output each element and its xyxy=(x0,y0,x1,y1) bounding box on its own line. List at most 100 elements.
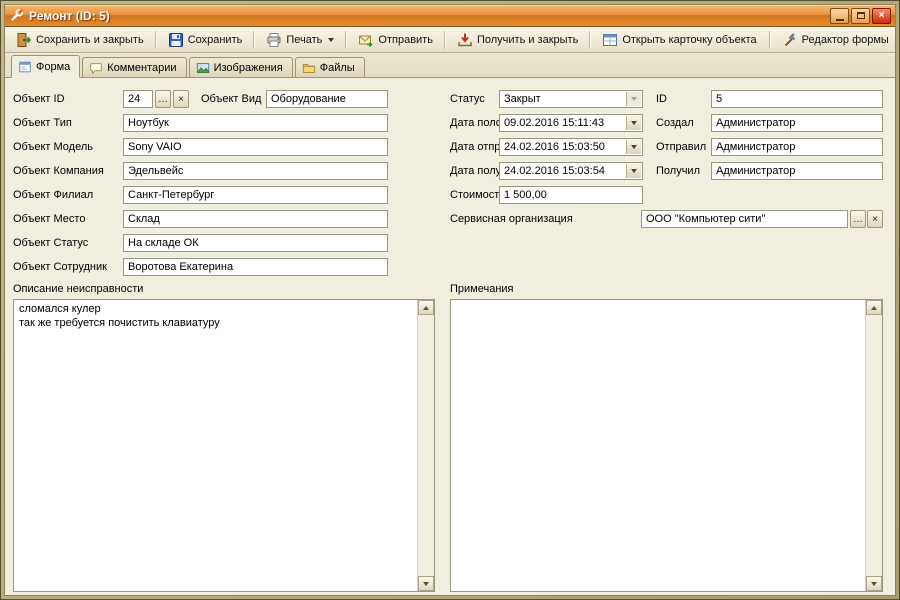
object-model-field[interactable]: Sony VAIO xyxy=(123,138,388,156)
received-by-label: Получил xyxy=(656,162,700,180)
form-editor-label: Редактор формы xyxy=(802,34,889,46)
receive-close-label: Получить и закрыть xyxy=(477,34,578,46)
scroll-down-icon[interactable] xyxy=(866,576,882,591)
toolbar-separator xyxy=(769,31,771,49)
close-button[interactable]: × xyxy=(872,8,891,24)
minimize-button[interactable] xyxy=(830,8,849,24)
receive-close-icon xyxy=(457,32,473,48)
object-status-field[interactable]: На складе ОК xyxy=(123,234,388,252)
images-icon xyxy=(196,61,210,75)
tab-form[interactable]: Форма xyxy=(11,55,80,78)
date-sent-dropdown-icon[interactable] xyxy=(626,140,641,154)
object-type-field[interactable]: Ноутбук xyxy=(123,114,388,132)
titlebar[interactable]: Ремонт (ID: 5) × xyxy=(5,5,895,27)
tabbar: Форма Комментарии Изображения Файлы xyxy=(5,53,895,78)
send-icon xyxy=(358,32,374,48)
toolbar: Сохранить и закрыть Сохранить Печать Отп… xyxy=(5,27,895,53)
save-label: Сохранить xyxy=(188,34,243,46)
description-textarea[interactable]: сломался кулер так же требуется почистит… xyxy=(14,300,417,591)
tab-files-label: Файлы xyxy=(320,62,355,74)
object-place-field[interactable]: Склад xyxy=(123,210,388,228)
object-id-lookup-button[interactable]: … xyxy=(155,90,171,108)
date-sent-value: 24.02.2016 15:03:50 xyxy=(504,141,605,153)
object-status-label: Объект Статус xyxy=(13,234,88,252)
print-label: Печать xyxy=(286,34,322,46)
window-controls: × xyxy=(830,8,891,24)
service-org-lookup-button[interactable]: … xyxy=(850,210,866,228)
scroll-up-icon[interactable] xyxy=(418,300,434,315)
record-id-field[interactable]: 5 xyxy=(711,90,883,108)
object-employee-label: Объект Сотрудник xyxy=(13,258,107,276)
toolbar-separator xyxy=(253,31,255,49)
files-icon xyxy=(302,61,316,75)
window-title: Ремонт (ID: 5) xyxy=(29,9,825,23)
send-button[interactable]: Отправить xyxy=(351,29,440,51)
created-by-field[interactable]: Администратор xyxy=(711,114,883,132)
object-branch-field[interactable]: Санкт-Петербург xyxy=(123,186,388,204)
open-object-card-button[interactable]: Открыть карточку объекта xyxy=(595,29,763,51)
date-received-dropdown-icon[interactable] xyxy=(626,164,641,178)
app-icon xyxy=(9,8,24,23)
cost-label: Стоимость xyxy=(450,186,505,204)
print-icon xyxy=(266,32,282,48)
save-button[interactable]: Сохранить xyxy=(161,29,250,51)
object-kind-field[interactable]: Оборудование xyxy=(266,90,388,108)
notes-textarea[interactable] xyxy=(451,300,865,591)
maximize-icon xyxy=(857,12,865,19)
form-editor-button[interactable]: Редактор формы xyxy=(775,29,896,51)
object-company-field[interactable]: Эдельвейс xyxy=(123,162,388,180)
open-object-card-label: Открыть карточку объекта xyxy=(622,34,756,46)
app-window: Ремонт (ID: 5) × Сохранить и закрыть Сох… xyxy=(0,0,900,600)
object-id-field[interactable]: 24 xyxy=(123,90,153,108)
description-scrollbar[interactable] xyxy=(417,300,434,591)
scroll-up-icon[interactable] xyxy=(866,300,882,315)
notes-textarea-wrap xyxy=(450,299,883,592)
status-field[interactable]: Закрыт xyxy=(499,90,643,108)
date-sent-field[interactable]: 24.02.2016 15:03:50 xyxy=(499,138,643,156)
object-company-label: Объект Компания xyxy=(13,162,104,180)
object-kind-label: Объект Вид xyxy=(201,90,261,108)
receive-close-button[interactable]: Получить и закрыть xyxy=(450,29,585,51)
status-dropdown-icon[interactable] xyxy=(626,92,641,106)
created-by-label: Создал xyxy=(656,114,694,132)
service-org-clear-button[interactable]: × xyxy=(867,210,883,228)
cost-field[interactable]: 1 500,00 xyxy=(499,186,643,204)
notes-scrollbar[interactable] xyxy=(865,300,882,591)
date-received-value: 24.02.2016 15:03:54 xyxy=(504,165,605,177)
send-label: Отправить xyxy=(378,34,433,46)
received-by-field[interactable]: Администратор xyxy=(711,162,883,180)
service-org-label: Сервисная организация xyxy=(450,210,573,228)
tab-comments-label: Комментарии xyxy=(107,62,176,74)
sent-by-label: Отправил xyxy=(656,138,706,156)
object-id-clear-button[interactable]: × xyxy=(173,90,189,108)
save-close-button[interactable]: Сохранить и закрыть xyxy=(9,29,151,51)
object-card-icon xyxy=(602,32,618,48)
tab-images-label: Изображения xyxy=(214,62,283,74)
object-type-label: Объект Тип xyxy=(13,114,72,132)
scroll-down-icon[interactable] xyxy=(418,576,434,591)
form-editor-icon xyxy=(782,32,798,48)
print-button[interactable]: Печать xyxy=(259,29,341,51)
object-employee-field[interactable]: Воротова Екатерина xyxy=(123,258,388,276)
date-received-field[interactable]: 24.02.2016 15:03:54 xyxy=(499,162,643,180)
object-place-label: Объект Место xyxy=(13,210,85,228)
sent-by-field[interactable]: Администратор xyxy=(711,138,883,156)
notes-label: Примечания xyxy=(450,280,514,298)
print-menu-arrow-icon xyxy=(328,38,334,42)
minimize-icon xyxy=(836,19,844,21)
tab-files[interactable]: Файлы xyxy=(295,57,365,77)
tab-images[interactable]: Изображения xyxy=(189,57,293,77)
date-broken-dropdown-icon[interactable] xyxy=(626,116,641,130)
description-label: Описание неисправности xyxy=(13,280,143,298)
date-broken-value: 09.02.2016 15:11:43 xyxy=(504,117,604,129)
object-model-label: Объект Модель xyxy=(13,138,93,156)
maximize-button[interactable] xyxy=(851,8,870,24)
save-close-label: Сохранить и закрыть xyxy=(36,34,144,46)
record-id-label: ID xyxy=(656,90,667,108)
service-org-field[interactable]: ООО "Компьютер сити" xyxy=(641,210,848,228)
toolbar-separator xyxy=(589,31,591,49)
tab-comments[interactable]: Комментарии xyxy=(82,57,186,77)
date-broken-field[interactable]: 09.02.2016 15:11:43 xyxy=(499,114,643,132)
description-textarea-wrap: сломался кулер так же требуется почистит… xyxy=(13,299,435,592)
object-id-label: Объект ID xyxy=(13,90,65,108)
